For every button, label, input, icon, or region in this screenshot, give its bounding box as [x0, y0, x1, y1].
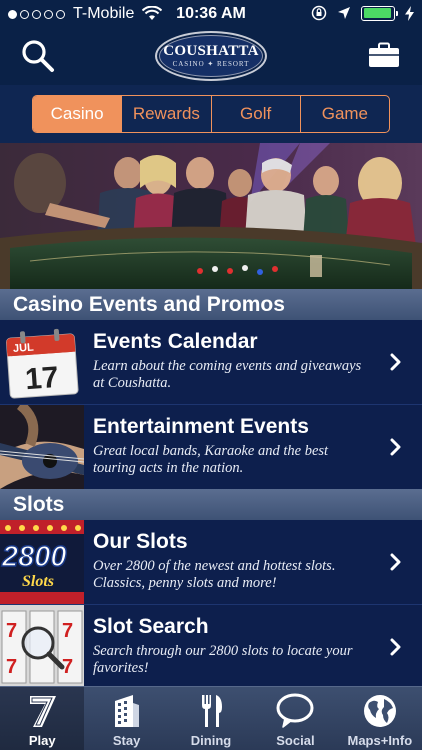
segment-bar: Casino Rewards Golf Game — [0, 85, 422, 143]
row-title: Events Calendar — [93, 330, 258, 353]
calendar-month: JUL — [13, 342, 35, 355]
list-item-slot-search[interactable]: 7 7 7 7 Slot Search Search through our 2… — [0, 605, 422, 689]
list-item-entertainment-events[interactable]: Entertainment Events Great local bands, … — [0, 405, 422, 489]
row-title: Our Slots — [93, 530, 188, 553]
entertainment-thumbnail — [0, 405, 84, 489]
coushatta-logo: COUSHATTA CASINO ✦ RESORT — [155, 31, 267, 81]
segmented-control: Casino Rewards Golf Game — [32, 95, 390, 133]
calendar-day: 17 — [24, 361, 60, 396]
section-header-slots: Slots — [0, 489, 422, 520]
search-icon[interactable] — [20, 38, 56, 74]
tabbar-maps-info[interactable]: Maps+Info — [338, 687, 422, 750]
events-calendar-thumbnail: JUL 17 — [0, 320, 84, 404]
row-description: Search through our 2800 slots to locate … — [93, 643, 353, 676]
chevron-right-icon — [390, 553, 401, 571]
list-item-our-slots[interactable]: 2800 Slots Our Slots Over 2800 of the ne… — [0, 520, 422, 604]
tab-golf[interactable]: Golf — [210, 96, 300, 132]
location-arrow-icon — [338, 7, 350, 19]
tabbar-social[interactable]: Social — [253, 687, 337, 750]
row-title: Entertainment Events — [93, 415, 309, 438]
slots-thumb-word: Slots — [22, 573, 54, 590]
rotation-lock-icon — [311, 5, 327, 21]
speech-bubble-icon — [276, 693, 314, 728]
tabbar-label: Stay — [112, 733, 141, 748]
chevron-right-icon — [390, 438, 401, 456]
svg-text:7: 7 — [6, 656, 17, 678]
slots-thumb-number: 2800 — [1, 541, 67, 573]
tabbar-dining[interactable]: Dining — [169, 687, 253, 750]
row-description: Learn about the coming events and giveaw… — [93, 358, 362, 391]
row-description: Over 2800 of the newest and hottest slot… — [93, 558, 336, 591]
chevron-right-icon — [390, 353, 401, 371]
status-right — [311, 5, 414, 21]
row-title: Slot Search — [93, 615, 209, 638]
section-header-casino-events: Casino Events and Promos — [0, 289, 422, 320]
svg-text:7: 7 — [6, 620, 17, 642]
tab-game[interactable]: Game — [299, 96, 389, 132]
tabbar-stay[interactable]: Stay — [84, 687, 168, 750]
logo-title: COUSHATTA — [163, 43, 259, 59]
fork-knife-icon — [202, 695, 223, 727]
tabbar-label: Play — [28, 733, 56, 748]
building-icon — [114, 695, 139, 727]
tab-rewards[interactable]: Rewards — [121, 96, 210, 132]
hero-image-casino-crowd — [0, 143, 422, 289]
seven-icon — [30, 696, 57, 727]
briefcase-icon[interactable] — [368, 42, 400, 68]
row-description: Great local bands, Karaoke and the best … — [93, 443, 329, 476]
app-header: COUSHATTA CASINO ✦ RESORT — [0, 30, 422, 85]
status-bar: T-Mobile 10:36 AM — [0, 0, 422, 30]
tab-casino[interactable]: Casino — [33, 96, 122, 132]
globe-icon — [363, 695, 396, 727]
svg-text:7: 7 — [62, 620, 73, 642]
chevron-right-icon — [390, 638, 401, 656]
tabbar-label: Dining — [190, 733, 232, 748]
charging-bolt-icon — [405, 5, 414, 21]
bottom-tab-bar: Play Stay Dining Social Maps+Info — [0, 686, 422, 750]
tabbar-play[interactable]: Play — [0, 687, 85, 750]
list-item-events-calendar[interactable]: JUL 17 Events Calendar Learn about the c… — [0, 320, 422, 404]
our-slots-thumbnail: 2800 Slots — [0, 520, 84, 604]
battery-icon — [361, 5, 398, 21]
slot-search-thumbnail: 7 7 7 7 — [0, 605, 84, 689]
logo-subtitle: CASINO ✦ RESORT — [172, 60, 250, 68]
tabbar-label: Social — [276, 733, 315, 748]
tabbar-label: Maps+Info — [347, 733, 413, 748]
